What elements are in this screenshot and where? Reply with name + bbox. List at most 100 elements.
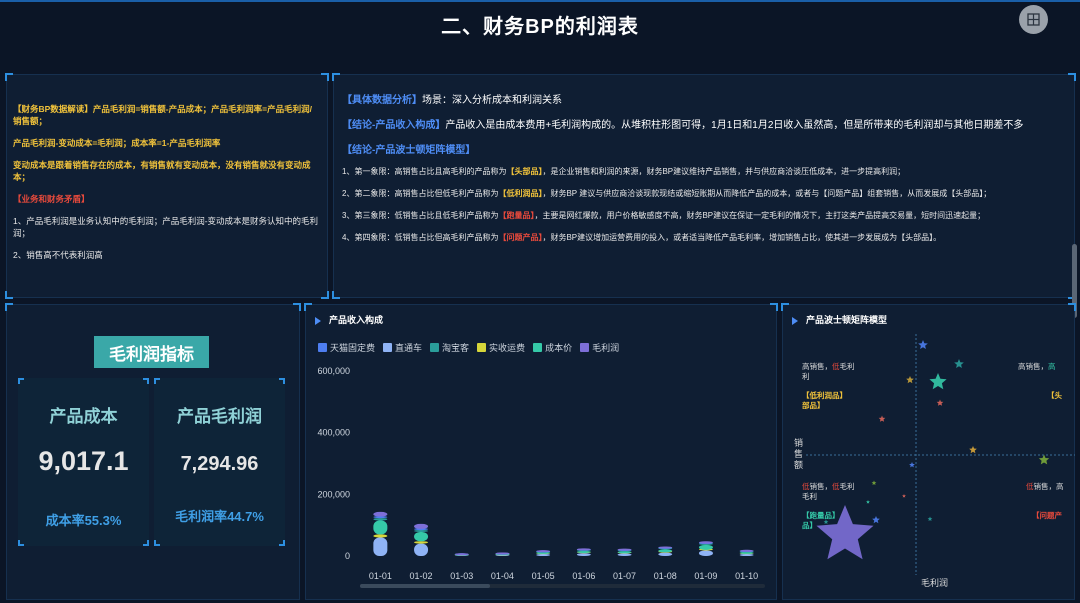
bar-segment[interactable]	[698, 550, 713, 556]
x-tick-label: 01-05	[532, 571, 555, 581]
y-tick-label: 200,000	[317, 489, 350, 499]
bar-segment[interactable]	[576, 550, 591, 553]
bar-segment[interactable]	[739, 549, 754, 552]
x-tick-label: 01-03	[450, 571, 473, 581]
bar-segment[interactable]	[495, 552, 510, 555]
corner-menu-button[interactable]	[1019, 5, 1048, 34]
matrix-chart: 销 售 额 毛利润 高销售，低毛利 利 【低利润品】 部品】 高销售，高 【头 …	[794, 334, 1075, 588]
q2-tag-wrap: 部品】	[802, 400, 825, 410]
q2-label-wrap: 利	[802, 371, 810, 381]
x-tick-label: 01-06	[572, 571, 595, 581]
bar-segment[interactable]	[576, 553, 591, 556]
matrix-point[interactable]	[954, 359, 964, 368]
interpretation-line-3: 变动成本是跟着销售存在的成本，有销售就有变动成本，没有销售就没有变动成本；	[13, 160, 311, 182]
matrix-chart-title: 产品波士顿矩阵模型	[792, 313, 887, 326]
matrix-point[interactable]	[969, 446, 977, 454]
conflict-heading: 【业务和财务矛盾】	[13, 194, 90, 204]
matrix-point[interactable]	[902, 494, 906, 498]
conflict-line-1: 1、产品毛利润是业务认知中的毛利润；产品毛利润-变动成本是财务认知中的毛利润；	[13, 216, 319, 238]
legend-item[interactable]: 成本价	[533, 341, 572, 354]
x-tick-label: 01-07	[613, 571, 636, 581]
bar-segment[interactable]	[536, 554, 551, 556]
q1-label: 高销售，高	[1018, 361, 1056, 371]
legend-item[interactable]: 淘宝客	[430, 341, 469, 354]
matrix-ylabel-2: 售	[794, 448, 803, 459]
q2-tag: 【低利润品】	[802, 390, 847, 400]
matrix-point[interactable]	[823, 519, 829, 525]
legend-swatch	[318, 343, 327, 352]
bar-segment[interactable]	[373, 520, 388, 535]
bar-segment[interactable]	[739, 554, 754, 556]
income-conclusion: 【结论-产品收入构成】产品收入是由成本费用+毛利润构成的。从堆积柱形图可得，1月…	[342, 120, 1024, 131]
bar-segment[interactable]	[698, 544, 713, 550]
bar-segment[interactable]	[373, 537, 388, 557]
chart-scroll-thumb[interactable]	[360, 584, 490, 588]
x-tick-label: 01-01	[369, 571, 392, 581]
bar-segment[interactable]	[373, 518, 388, 521]
legend-item[interactable]: 直通车	[383, 341, 422, 354]
q3-label: 低销售，低毛利	[802, 481, 855, 491]
legend-swatch	[477, 343, 487, 352]
play-icon	[315, 316, 321, 325]
bar-segment[interactable]	[414, 543, 429, 556]
profit-value: 7,294.96	[180, 453, 259, 475]
play-icon	[792, 316, 798, 325]
bar-segment[interactable]	[536, 550, 551, 553]
quadrant-2-text: 2、第二象限：高销售占比但低毛利产品称为【低利润品】，财务BP 建议与供应商洽谈…	[342, 189, 992, 198]
matrix-point[interactable]	[878, 415, 886, 422]
matrix-point[interactable]	[866, 500, 870, 504]
x-tick-label: 01-09	[694, 571, 717, 581]
income-chart-title: 产品收入构成	[315, 313, 383, 326]
bar-segment[interactable]	[617, 551, 632, 554]
bar-segment[interactable]	[373, 511, 388, 517]
y-tick-label: 400,000	[317, 428, 350, 438]
data-interpretation-panel: 【财务BP数据解读】产品毛利润=销售额-产品成本；产品毛利润率=产品毛利润/销售…	[5, 73, 329, 299]
interpretation-line-2: 产品毛利润-变动成本=毛利润；成本率=1-产品毛利润率	[13, 138, 221, 148]
income-chart: 600,000 400,000 200,000 0 01-01 01-02 01-03 01…	[317, 366, 765, 588]
matrix-ylabel-1: 销	[794, 437, 803, 448]
matrix-point[interactable]	[871, 480, 877, 486]
bar-segment[interactable]	[414, 529, 429, 532]
matrix-point[interactable]	[918, 340, 928, 349]
cost-card: 产品成本 9,017.1 成本率55.3%	[18, 378, 149, 546]
matrix-point[interactable]	[872, 516, 880, 524]
bar-segment[interactable]	[414, 531, 429, 542]
bar-segment[interactable]	[617, 548, 632, 551]
bar-segment[interactable]	[658, 549, 673, 553]
q3-tag: 【跑量品】	[802, 510, 840, 520]
bar-segment[interactable]	[698, 541, 713, 544]
x-tick-label: 01-10	[735, 571, 758, 581]
bar-segment[interactable]	[617, 553, 632, 556]
legend-item[interactable]: 天猫固定费	[318, 341, 375, 354]
matrix-point[interactable]	[906, 376, 914, 384]
matrix-point[interactable]	[1038, 454, 1050, 465]
quadrant-3-text: 3、第三象限：低销售占比且低毛利产品称为【跑量品】，主要是网红爆款，用户价格敏感…	[342, 211, 986, 220]
bar-segment[interactable]	[576, 548, 591, 551]
bar-segment[interactable]	[373, 534, 388, 538]
matrix-point[interactable]	[927, 516, 933, 522]
matrix-point[interactable]	[936, 399, 944, 406]
y-tick-label: 0	[345, 551, 350, 561]
q2-label: 高销售，低毛利	[802, 361, 855, 371]
quadrant-4-text: 4、第四象限：低销售占比但高毛利产品称为【问题产品】，财务BP建议增加运营费用的…	[342, 233, 942, 242]
income-legend: 天猫固定费 直通车 淘宝客 实收运费 成本价 毛利润	[318, 341, 619, 354]
legend-item[interactable]: 实收运费	[477, 341, 525, 354]
matrix-point[interactable]	[909, 462, 915, 468]
bar-segment[interactable]	[658, 546, 673, 549]
bar-segment[interactable]	[414, 541, 429, 544]
x-tick-label: 01-04	[491, 571, 514, 581]
interpretation-line-1: 【财务BP数据解读】产品毛利润=销售额-产品成本；产品毛利润率=产品毛利润/销售…	[13, 104, 312, 126]
matrix-xlabel: 毛利润	[921, 577, 948, 588]
bar-segment[interactable]	[454, 553, 469, 556]
matrix-point[interactable]	[929, 373, 947, 390]
conflict-line-2: 2、销售高不代表利润高	[13, 250, 103, 260]
legend-item[interactable]: 毛利润	[580, 341, 619, 354]
bar-segment[interactable]	[414, 523, 429, 529]
profit-rate: 毛利润率44.7%	[175, 509, 264, 524]
profit-card: 产品毛利润 7,294.96 毛利润率44.7%	[154, 378, 285, 546]
q1-tag: 【头	[1047, 390, 1063, 400]
analysis-scene: 【具体数据分析】场景：深入分析成本和利润关系	[342, 95, 562, 106]
matrix-ylabel-3: 额	[794, 459, 803, 470]
bar-segment[interactable]	[658, 552, 673, 556]
quadrant-1-text: 1、第一象限：高销售占比且高毛利的产品称为【头部品】，是企业销售和利润的来源，财…	[342, 167, 906, 176]
